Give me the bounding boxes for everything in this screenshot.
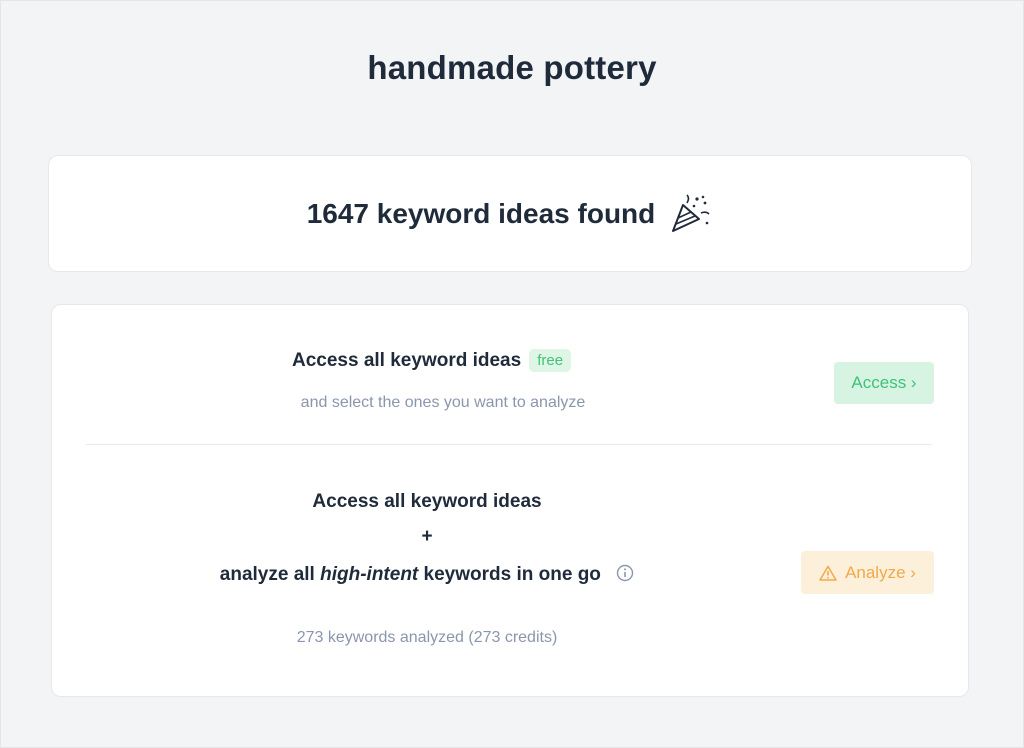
party-popper-icon <box>667 193 713 235</box>
analyze-desc-prefix: analyze all <box>219 564 321 585</box>
analyze-option-description: analyze all high-intent keywords in one … <box>52 564 802 586</box>
options-card: Access all keyword ideas free and select… <box>51 304 969 697</box>
free-option-title-text: Access all keyword ideas <box>292 349 522 371</box>
free-access-option: Access all keyword ideas free and select… <box>52 305 968 444</box>
page: handmade pottery 1647 keyword ideas foun… <box>0 0 1024 748</box>
credits-analyzed-text: 273 keywords analyzed (273 credits) <box>296 629 558 646</box>
divider <box>86 444 932 445</box>
analyze-button-label: Analyze › <box>845 562 916 582</box>
free-option-subtitle: and select the ones you want to analyze <box>300 394 586 411</box>
result-summary-card: 1647 keyword ideas found <box>48 155 972 272</box>
plus-sign: + <box>421 526 433 547</box>
analyze-desc-emphasis: high-intent <box>320 564 419 585</box>
result-count-text: 1647 keyword ideas found <box>306 197 656 229</box>
warning-icon <box>819 565 837 581</box>
info-icon[interactable] <box>616 564 634 582</box>
access-button[interactable]: Access › <box>834 362 934 404</box>
analyze-desc-suffix: keywords in one go <box>418 564 601 585</box>
free-option-title: Access all keyword ideas free <box>292 349 572 372</box>
free-badge: free <box>529 349 572 372</box>
page-title: handmade pottery <box>367 49 657 86</box>
analyze-option-title: Access all keyword ideas <box>312 491 542 512</box>
analyze-button[interactable]: Analyze › <box>801 551 934 594</box>
